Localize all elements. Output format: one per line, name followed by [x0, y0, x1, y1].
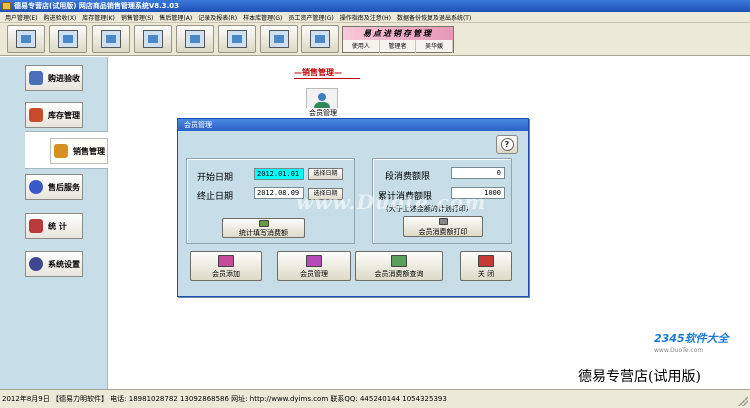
- refresh-icon: [16, 30, 36, 48]
- end-date-label: 终止日期: [197, 192, 234, 202]
- search-icon: [101, 30, 121, 48]
- nav-after-sales-button[interactable]: 售后服务: [25, 174, 83, 200]
- exit-door-icon: [478, 255, 494, 267]
- exit-icon: [310, 30, 330, 48]
- member-manage-icon: [306, 255, 322, 267]
- after-sales-icon: [29, 180, 43, 194]
- title-bar: 德易专营店(试用版) 网店商品销售管理系统V8.3.03: [0, 0, 750, 12]
- help-icon: ?: [500, 138, 514, 151]
- window-title: 德易专营店(试用版) 网店商品销售管理系统V8.3.03: [14, 2, 180, 10]
- printer-icon: [439, 218, 448, 225]
- shop-brand: 德易专营店(试用版): [578, 369, 701, 385]
- logo-url: www.DuoTe.com: [654, 347, 704, 354]
- start-date-field[interactable]: 2012.01.01: [254, 168, 304, 180]
- notebook-icon: [58, 30, 78, 48]
- menu-item-backup-exit[interactable]: 数据备份恢复及退出系统(T): [394, 13, 474, 22]
- member-consumption-print-button[interactable]: 会员消费额打印: [403, 216, 483, 237]
- stat-consumption-label: 统计填写消费额: [239, 229, 288, 237]
- menu-item-staff-assets[interactable]: 员工资产管理(G): [285, 13, 336, 22]
- app-icon: [2, 2, 11, 10]
- stat-consumption-button[interactable]: 统计填写消费额: [222, 218, 305, 238]
- toolbar-ledger-button[interactable]: [260, 25, 298, 53]
- nav-receiving-button[interactable]: 购进验收: [25, 65, 83, 91]
- start-date-select-button[interactable]: 选择日期: [308, 168, 343, 180]
- sales-icon: [54, 144, 68, 158]
- calculator-icon: [227, 30, 247, 48]
- member-consumption-print-label: 会员消费额打印: [418, 228, 468, 236]
- settings-icon: [29, 257, 43, 271]
- user-label: 使用人: [343, 40, 380, 53]
- member-add-label: 会员添加: [212, 270, 240, 278]
- start-date-label: 开始日期: [197, 173, 234, 183]
- site-logo: 2345软件大全 www.DuoTe.com: [654, 330, 750, 370]
- inventory-icon: [29, 108, 43, 122]
- member-manage-button[interactable]: 会员管理: [277, 251, 351, 281]
- user-name: 吴华媛: [416, 40, 454, 53]
- document-icon: [143, 30, 163, 48]
- statistics-icon: [29, 219, 43, 233]
- dialog-title: 会员管理: [178, 119, 528, 131]
- menu-item-sales[interactable]: 销售管理(S): [118, 13, 157, 22]
- menu-item-guide[interactable]: 操作指南及注意(H): [337, 13, 394, 22]
- close-button-label: 关 闭: [477, 270, 495, 278]
- logo-title: 2345软件大全: [654, 332, 729, 345]
- toolbar-search-button[interactable]: [92, 25, 130, 53]
- nav-receiving-label: 购进验收: [48, 73, 80, 83]
- ledger-icon: [269, 30, 289, 48]
- nav-inventory-button[interactable]: 库存管理: [25, 102, 83, 128]
- menu-item-users[interactable]: 用户管理(E): [2, 13, 40, 22]
- member-consumption-query-label: 会员消费额查询: [374, 270, 424, 278]
- nav-settings-label: 系统设置: [48, 259, 80, 269]
- toolbar: 易点进销存管理 使用人 管理者 吴华媛: [0, 23, 750, 56]
- member-consumption-query-button[interactable]: 会员消费额查询: [355, 251, 443, 281]
- chart-icon: [185, 30, 205, 48]
- nav-sales-button[interactable]: 销售管理: [50, 138, 108, 164]
- member-manage-label: 会员管理: [300, 270, 328, 278]
- menu-item-after-sales[interactable]: 售后管理(A): [156, 13, 195, 22]
- help-button[interactable]: ?: [496, 135, 518, 154]
- member-management-shortcut-label[interactable]: 会员管理: [300, 108, 346, 118]
- toolbar-document-button[interactable]: [134, 25, 172, 53]
- segment-limit-label: 段消费额限: [385, 172, 431, 182]
- menu-item-samples[interactable]: 样本库管理(G): [240, 13, 285, 22]
- nav-inventory-label: 库存管理: [48, 110, 80, 120]
- toolbar-refresh-button[interactable]: [7, 25, 45, 53]
- menu-bar: 用户管理(E) 购进验收(X) 库存管理(K) 销售管理(S) 售后管理(A) …: [0, 12, 750, 23]
- nav-statistics-label: 统 计: [48, 221, 67, 231]
- menu-item-inventory[interactable]: 库存管理(K): [79, 13, 118, 22]
- nav-statistics-button[interactable]: 统 计: [25, 213, 83, 239]
- menu-item-reports[interactable]: 记录及报表(R): [195, 13, 240, 22]
- toolbar-chart-button[interactable]: [176, 25, 214, 53]
- menu-item-purchase[interactable]: 购进验收(X): [40, 13, 79, 22]
- receiving-icon: [29, 71, 43, 85]
- nav-settings-button[interactable]: 系统设置: [25, 251, 83, 277]
- user-info-box: 易点进销存管理 使用人 管理者 吴华媛: [342, 26, 454, 53]
- toolbar-calculator-button[interactable]: [218, 25, 256, 53]
- resize-grip-icon[interactable]: [738, 396, 748, 406]
- user-banner: 易点进销存管理: [343, 27, 453, 40]
- section-title-underline: [294, 78, 360, 79]
- close-button[interactable]: 关 闭: [460, 251, 512, 281]
- calculator-icon: [258, 220, 269, 227]
- search-icon: [391, 255, 407, 267]
- status-text: 2012年8月9日 【德易力明软件】 电话: 18981028782 13092…: [2, 395, 447, 403]
- app-window: 德易专营店(试用版) 网店商品销售管理系统V8.3.03 用户管理(E) 购进验…: [0, 0, 750, 408]
- nav-after-sales-label: 售后服务: [48, 182, 80, 192]
- status-bar: 2012年8月9日 【德易力明软件】 电话: 18981028782 13092…: [0, 389, 750, 408]
- member-add-icon: [218, 255, 234, 267]
- segment-limit-field[interactable]: 0: [451, 167, 505, 179]
- toolbar-exit-button[interactable]: [301, 25, 339, 53]
- toolbar-notebook-button[interactable]: [49, 25, 87, 53]
- user-role: 管理者: [380, 40, 417, 53]
- member-add-button[interactable]: 会员添加: [190, 251, 262, 281]
- section-title: —销售管理—: [294, 68, 342, 77]
- watermark: www.Duote.com: [296, 190, 487, 214]
- nav-sales-label: 销售管理: [73, 146, 105, 156]
